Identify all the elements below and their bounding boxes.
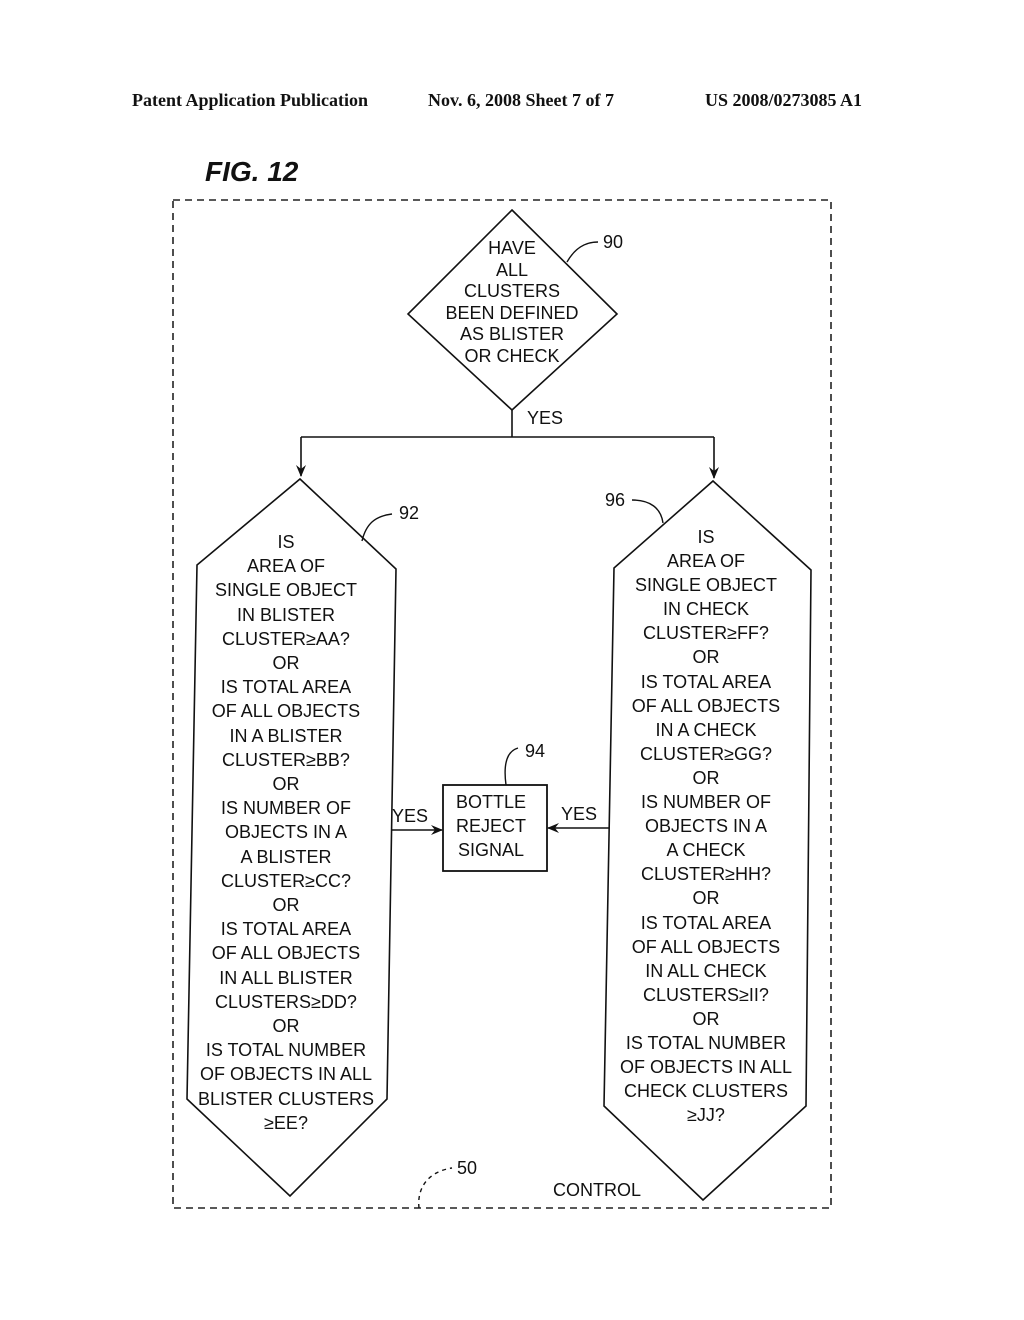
node-text-line: OF ALL OBJECTS (211, 943, 361, 964)
node-text-line: CLUSTER≥FF? (643, 623, 769, 644)
node-text-line: BLISTER CLUSTERS (197, 1088, 375, 1109)
ref-90: 90 (603, 232, 624, 252)
node-text-line: OR (692, 647, 720, 668)
node-text-line: AREA OF (246, 556, 326, 577)
node-text-line: IS TOTAL AREA (220, 677, 352, 698)
node-text-line: IS TOTAL NUMBER (625, 1032, 787, 1053)
node-text-line: OF ALL OBJECTS (631, 936, 781, 957)
decision-96-text: IS AREA OF SINGLE OBJECT IN CHECK CLUSTER≥FF… (604, 525, 808, 1127)
node-text-line: OR CHECK (464, 345, 560, 366)
node-text-line: REJECT (455, 816, 526, 836)
node-text-line: IS (697, 527, 715, 547)
node-text-line: BOTTLE (455, 792, 526, 812)
node-text-line: BEEN DEFINED (445, 302, 579, 323)
node-text-line: CLUSTER≥HH? (641, 864, 771, 885)
process-94-text: BOTTLE REJECT SIGNAL (443, 790, 539, 862)
node-text-line: ALL (495, 259, 529, 280)
node-text-line: IS (277, 532, 295, 552)
node-text-line: IN A BLISTER (229, 725, 343, 746)
node-text-line: CLUSTERS≥II? (643, 984, 769, 1005)
node-text-line: CLUSTER≥AA? (222, 628, 350, 649)
node-text-line: OBJECTS IN A (224, 822, 348, 843)
node-text-line: SINGLE OBJECT (634, 575, 778, 596)
ref-96: 96 (605, 490, 626, 510)
node-text-line: SINGLE OBJECT (214, 580, 358, 601)
node-text-line: OR (272, 895, 300, 916)
node-text-line: OR (692, 767, 720, 788)
ref-94: 94 (525, 741, 546, 761)
node-text-line: OF OBJECTS IN ALL (199, 1064, 373, 1085)
node-text-line: CLUSTERS (463, 281, 561, 302)
node-text-line: OR (272, 774, 300, 795)
edge-label-yes-top: YES (527, 408, 564, 428)
node-text-line: OF ALL OBJECTS (631, 695, 781, 716)
node-text-line: IS TOTAL AREA (640, 912, 772, 933)
node-text-line: IN A CHECK (655, 719, 757, 740)
control-label: CONTROL (553, 1180, 642, 1200)
leader-50 (418, 1167, 453, 1209)
node-text-line: OF ALL OBJECTS (211, 701, 361, 722)
node-text-line: IS TOTAL AREA (640, 671, 772, 692)
leader-96 (631, 499, 664, 524)
node-text-line: ≥JJ? (687, 1105, 725, 1126)
ref-50: 50 (457, 1158, 478, 1178)
node-text-line: IS NUMBER OF (640, 792, 771, 813)
node-text-line: SIGNAL (457, 840, 525, 860)
node-text-line: IN ALL CHECK (645, 960, 767, 981)
node-text-line: ≥EE? (264, 1112, 308, 1133)
node-text-line: IS TOTAL NUMBER (205, 1040, 367, 1061)
node-text-line: OR (692, 1008, 720, 1029)
flowchart-canvas (172, 199, 832, 1209)
node-text-line: OR (272, 1016, 300, 1037)
edge-label-yes-right: YES (561, 804, 598, 824)
node-text-line: CLUSTER≥CC? (221, 870, 351, 891)
node-text-line: CHECK CLUSTERS (623, 1081, 789, 1102)
node-text-line: A CHECK (666, 840, 746, 861)
leader-94 (504, 747, 519, 786)
node-text-line: A BLISTER (240, 846, 332, 867)
node-text-line: IN CHECK (662, 599, 749, 620)
decision-90-text: HAVE ALL CLUSTERS BEEN DEFINED AS BLISTER OR … (432, 238, 592, 368)
edge-label-yes-left: YES (392, 806, 429, 826)
node-text-line: IN ALL BLISTER (219, 967, 353, 988)
node-text-line: AS BLISTER (459, 324, 565, 345)
decision-92-text: IS AREA OF SINGLE OBJECT IN BLISTER CLUSTER≥… (186, 530, 386, 1135)
node-text-line: CLUSTER≥BB? (222, 749, 350, 770)
node-text-line: OR (272, 653, 300, 674)
node-text-line: OF OBJECTS IN ALL (619, 1057, 793, 1078)
node-text-line: OBJECTS IN A (644, 816, 768, 837)
node-text-line: IN BLISTER (236, 604, 336, 625)
node-text-line: IS TOTAL AREA (220, 919, 352, 940)
node-text-line: IS NUMBER OF (220, 798, 351, 819)
node-text-line: HAVE (488, 238, 536, 258)
node-text-line: OR (692, 888, 720, 909)
node-text-line: CLUSTER≥GG? (640, 743, 772, 764)
ref-92: 92 (399, 503, 420, 523)
node-text-line: AREA OF (666, 551, 746, 572)
node-text-line: CLUSTERS≥DD? (215, 991, 357, 1012)
